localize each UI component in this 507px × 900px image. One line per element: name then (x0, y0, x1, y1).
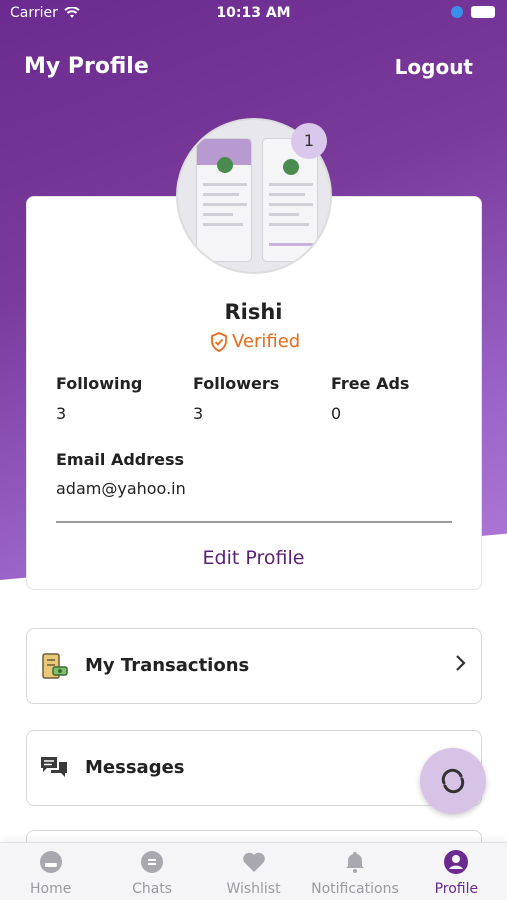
status-time: 10:13 AM (216, 5, 291, 21)
user-name: Rishi (224, 300, 283, 324)
page-title: My Profile (24, 54, 149, 79)
email-value: adam@yahoo.in (56, 479, 186, 498)
tab-label: Chats (132, 881, 173, 897)
tab-label: Profile (434, 881, 479, 897)
stat-followers-value[interactable]: 3 (193, 404, 203, 423)
stat-following-value[interactable]: 3 (56, 404, 66, 423)
tab-notifications[interactable]: Notifications (304, 843, 405, 900)
verified-badge: Verified (210, 331, 300, 352)
home-icon (39, 851, 62, 873)
status-right (451, 6, 495, 18)
chats-icon (141, 851, 164, 873)
heart-icon (242, 852, 265, 872)
status-bar: Carrier 10:13 AM (0, 0, 507, 28)
person-icon (444, 850, 469, 874)
avatar-badge[interactable]: 1 (291, 123, 327, 159)
bell-icon (345, 852, 364, 873)
menu-item-transactions[interactable]: My Transactions (26, 628, 482, 704)
battery-icon (471, 6, 495, 18)
stat-followers-label: Followers (193, 374, 280, 393)
verified-label: Verified (232, 331, 301, 352)
menu-item-label: Messages (85, 757, 185, 778)
tab-chats[interactable]: Chats (101, 843, 202, 900)
tab-home[interactable]: Home (0, 843, 101, 900)
transactions-icon (42, 653, 68, 679)
menu-item-label: My Transactions (85, 655, 250, 676)
tab-bar: Home Chats Wishlist Notifications Profil… (0, 842, 507, 900)
edit-profile-button[interactable]: Edit Profile (0, 547, 507, 569)
divider (56, 521, 452, 523)
tab-profile[interactable]: Profile (406, 843, 507, 900)
tab-wishlist[interactable]: Wishlist (203, 843, 304, 900)
tab-label: Home (30, 881, 72, 897)
sync-icon (441, 768, 465, 794)
avatar-phone-left (196, 138, 252, 262)
top-bar: My Profile Logout (0, 54, 507, 88)
menu-item-messages[interactable]: Messages (26, 730, 482, 806)
tab-label: Notifications (311, 881, 399, 897)
refresh-fab[interactable] (420, 748, 486, 814)
location-icon (451, 6, 463, 18)
stat-free-ads-value: 0 (331, 404, 342, 423)
logout-button[interactable]: Logout (395, 55, 473, 79)
email-label: Email Address (56, 450, 185, 469)
shield-check-icon (211, 331, 227, 352)
tab-label: Wishlist (226, 881, 281, 897)
messages-icon (41, 757, 67, 777)
stat-free-ads-label: Free Ads (331, 374, 410, 393)
stat-following-label: Following (56, 374, 143, 393)
chevron-right-icon (456, 655, 466, 671)
